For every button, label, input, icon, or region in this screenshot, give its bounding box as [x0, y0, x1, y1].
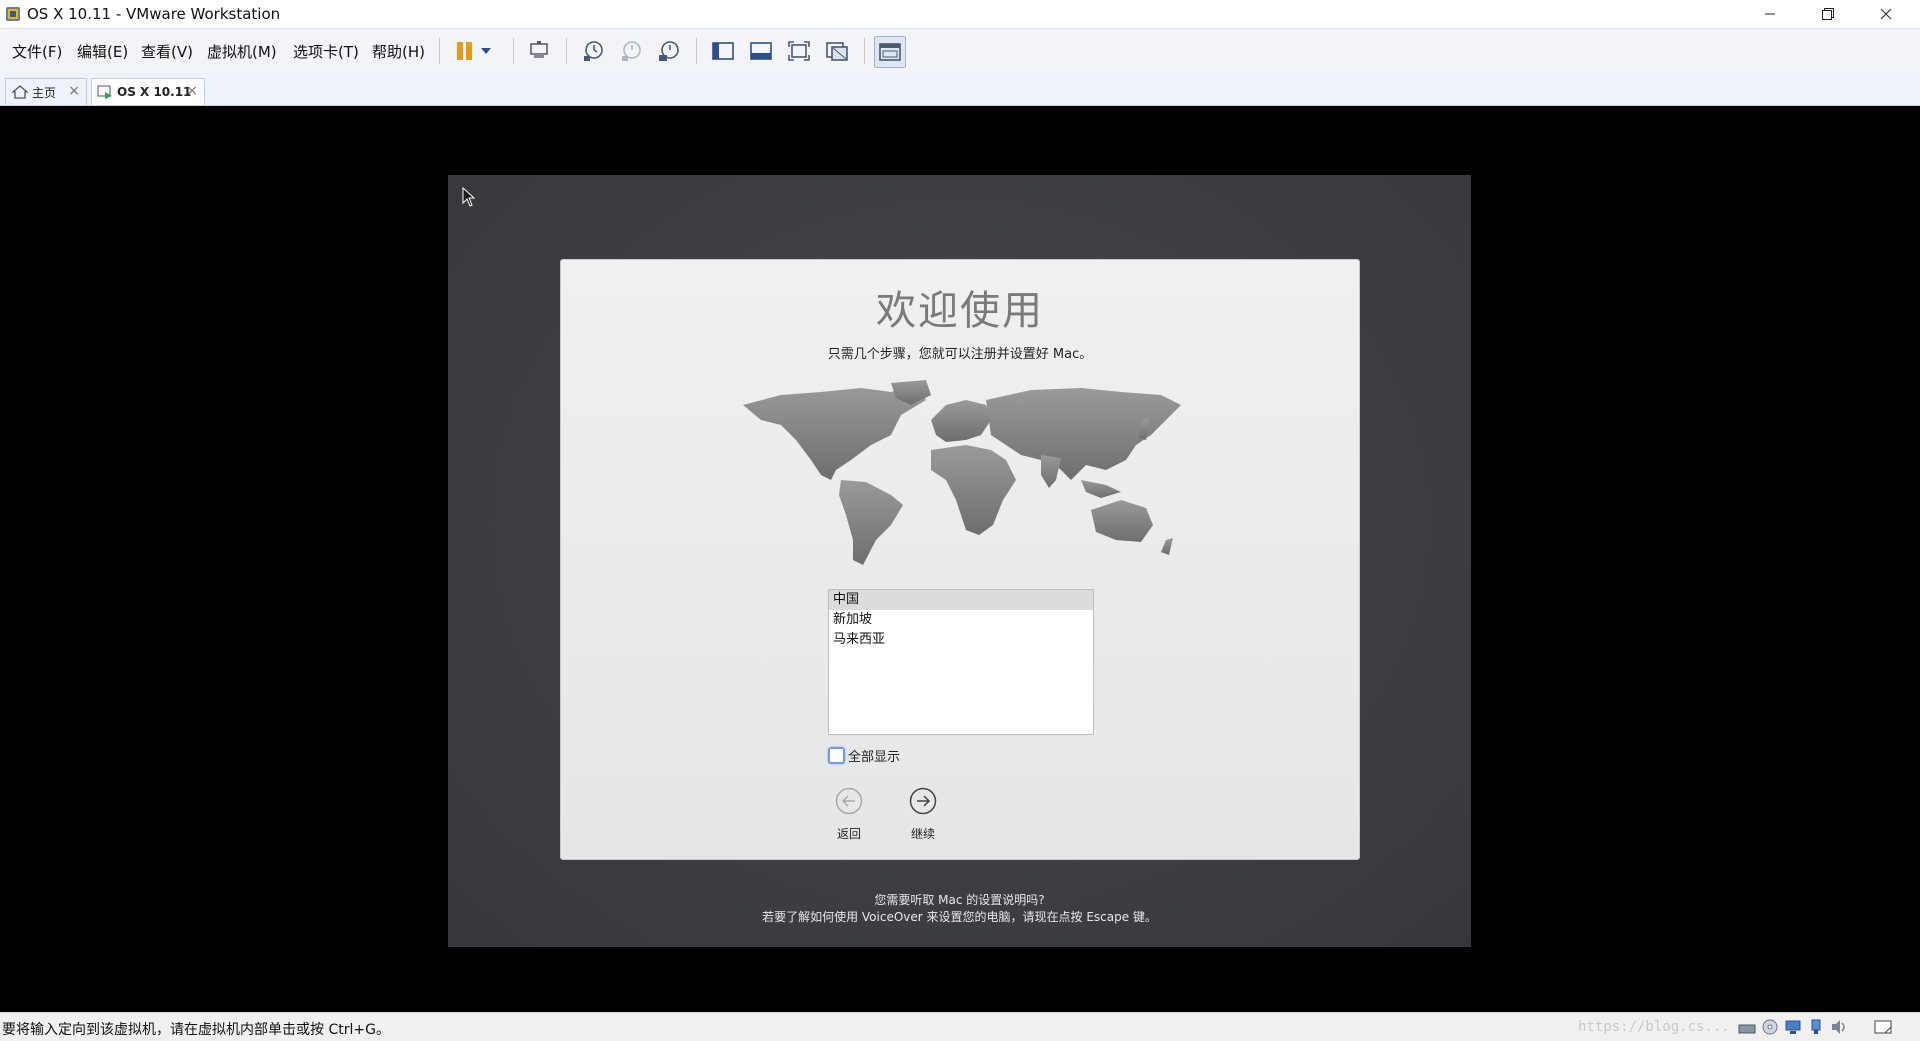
back-arrow-icon: [835, 787, 863, 815]
minimize-icon: [1765, 13, 1775, 15]
menu-help[interactable]: 帮助(H): [372, 41, 425, 62]
back-label: 返回: [836, 827, 861, 841]
usb-icon[interactable]: [1807, 1019, 1825, 1035]
pause-icon: [457, 42, 472, 60]
tab-close-icon[interactable]: ×: [186, 83, 198, 99]
window-title: OS X 10.11 - VMware Workstation: [27, 5, 281, 23]
welcome-title: 欢迎使用: [876, 288, 1044, 334]
show-all-option[interactable]: 全部显示: [828, 746, 900, 765]
country-item-singapore[interactable]: 新加坡: [829, 610, 1093, 630]
world-map-icon: [743, 380, 1181, 565]
close-icon: [1880, 8, 1892, 20]
pause-button[interactable]: [452, 38, 478, 64]
title-bar: OS X 10.11 - VMware Workstation: [0, 0, 1920, 28]
revert-snapshot-button[interactable]: [618, 38, 644, 64]
setup-dialog: 欢迎使用 只需几个步骤，您就可以注册并设置好 Mac。 中国 新加坡 马来西亚 …: [560, 259, 1360, 860]
minimize-button[interactable]: [1741, 0, 1799, 28]
toolbar-separator: [864, 38, 865, 64]
home-icon: [12, 85, 28, 99]
power-dropdown[interactable]: [478, 38, 494, 64]
country-item-china[interactable]: 中国: [829, 590, 1093, 610]
menu-view[interactable]: 查看(V): [141, 41, 193, 62]
show-all-checkbox[interactable]: [828, 747, 845, 764]
send-ctrl-alt-del-icon: [530, 41, 548, 58]
tab-close-icon[interactable]: ×: [68, 83, 80, 99]
message-icon[interactable]: [1874, 1019, 1892, 1035]
mac-setup-screen[interactable]: 欢迎使用 只需几个步骤，您就可以注册并设置好 Mac。 中国 新加坡 马来西亚 …: [448, 175, 1471, 947]
console-view-button[interactable]: [748, 38, 774, 64]
status-bar: 要将输入定向到该虚拟机，请在虚拟机内部单击或按 Ctrl+G。 https://…: [0, 1012, 1920, 1041]
tab-home-label: 主页: [32, 85, 57, 100]
menu-edit[interactable]: 编辑(E): [77, 41, 128, 62]
watermark-text: https://blog.cs...: [1578, 1019, 1730, 1035]
send-ctrl-alt-del-button[interactable]: [526, 38, 552, 64]
status-message: 要将输入定向到该虚拟机，请在虚拟机内部单击或按 Ctrl+G。: [2, 1022, 390, 1038]
continue-button[interactable]: 继续: [893, 787, 953, 842]
country-list[interactable]: 中国 新加坡 马来西亚: [828, 589, 1094, 735]
tab-bar: 主页 × OS X 10.11 ×: [0, 73, 1920, 106]
voiceover-hint: 您需要听取 Mac 的设置说明吗? 若要了解如何使用 VoiceOver 来设置…: [448, 892, 1471, 926]
unity-button[interactable]: [824, 38, 850, 64]
show-all-label: 全部显示: [848, 750, 901, 765]
welcome-subtitle: 只需几个步骤，您就可以注册并设置好 Mac。: [827, 347, 1093, 362]
library-button[interactable]: [710, 38, 736, 64]
menu-toolbar: 文件(F) 编辑(E) 查看(V) 虚拟机(M) 选项卡(T) 帮助(H): [0, 28, 1920, 74]
revert-snapshot-icon: [622, 41, 641, 61]
snapshot-icon: [584, 41, 603, 61]
back-button[interactable]: 返回: [819, 787, 879, 842]
toolbar-separator: [696, 38, 697, 64]
voiceover-line-2: 若要了解如何使用 VoiceOver 来设置您的电脑，请现在点按 Escape …: [762, 910, 1157, 924]
thumbnail-view-button[interactable]: [874, 36, 906, 68]
restore-icon: [1822, 8, 1834, 20]
take-snapshot-button[interactable]: [580, 38, 606, 64]
country-item-malaysia[interactable]: 马来西亚: [829, 630, 1093, 650]
network-icon[interactable]: [1784, 1019, 1802, 1035]
thumbnail-view-icon: [879, 43, 901, 61]
toolbar-separator: [513, 38, 514, 64]
fullscreen-button[interactable]: [786, 38, 812, 64]
vmware-icon: [6, 7, 20, 21]
voiceover-line-1: 您需要听取 Mac 的设置说明吗?: [874, 893, 1045, 907]
library-icon: [712, 42, 734, 60]
snapshot-manager-button[interactable]: [656, 38, 682, 64]
console-view-icon: [750, 42, 772, 60]
menu-tabs[interactable]: 选项卡(T): [293, 41, 359, 62]
menu-vm[interactable]: 虚拟机(M): [207, 41, 277, 62]
fullscreen-icon: [788, 41, 810, 61]
hard-disk-icon[interactable]: [1738, 1019, 1756, 1035]
close-button[interactable]: [1857, 0, 1915, 28]
menu-file[interactable]: 文件(F): [12, 41, 62, 62]
vm-icon: [97, 85, 112, 99]
restore-button[interactable]: [1799, 0, 1857, 28]
sound-icon[interactable]: [1830, 1019, 1848, 1035]
dropdown-arrow-icon: [481, 48, 491, 54]
tab-vm-label: OS X 10.11: [117, 85, 192, 99]
forward-arrow-icon: [909, 787, 937, 815]
tab-home[interactable]: 主页 ×: [5, 78, 87, 105]
tab-vm[interactable]: OS X 10.11 ×: [91, 78, 205, 105]
unity-icon: [826, 42, 848, 61]
toolbar-separator: [566, 38, 567, 64]
cd-icon[interactable]: [1761, 1019, 1779, 1035]
mouse-cursor-icon: [462, 187, 476, 207]
snapshot-manager-icon: [659, 41, 679, 61]
toolbar-separator: [439, 38, 440, 64]
continue-label: 继续: [910, 827, 935, 841]
vm-display[interactable]: 欢迎使用 只需几个步骤，您就可以注册并设置好 Mac。 中国 新加坡 马来西亚 …: [0, 106, 1920, 1012]
